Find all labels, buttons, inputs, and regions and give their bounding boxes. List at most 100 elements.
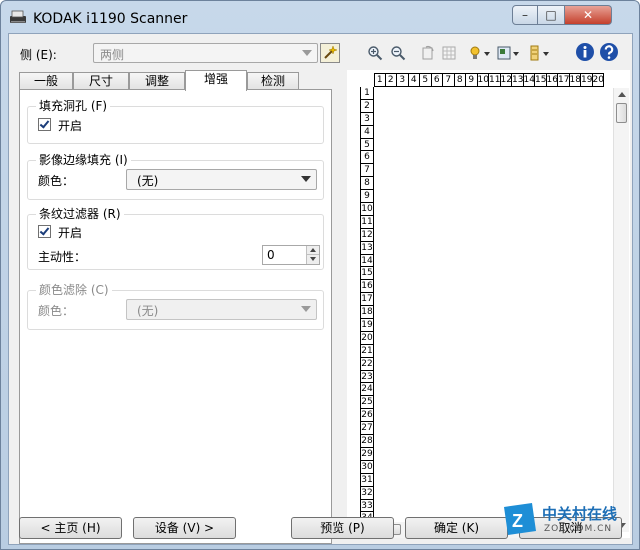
chevron-down-icon (302, 50, 312, 56)
ruler-v-mark: 22 (360, 357, 374, 371)
ruler-v-mark: 27 (360, 422, 374, 436)
side-select[interactable]: 两侧 (93, 43, 318, 63)
ruler-h-mark: 5 (420, 73, 432, 87)
scanner-window: KODAK i1190 Scanner – □ ✕ 侧 (E): 两侧 一般 尺… (0, 0, 640, 550)
streak-filter-title: 条纹过滤器 (R) (36, 205, 124, 222)
vertical-scrollbar[interactable] (613, 88, 629, 532)
zoom-in-button[interactable] (365, 43, 385, 63)
aggressiveness-value: 0 (267, 248, 275, 262)
info-icon (576, 43, 594, 61)
tab-general[interactable]: 一般 (19, 72, 73, 90)
edge-fill-color-select[interactable]: (无) (126, 169, 317, 190)
ruler-v-mark: 18 (360, 306, 374, 320)
fill-holes-checkbox-label[interactable]: 开启 (58, 117, 82, 134)
watermark-text: 中关村在线 (542, 505, 618, 523)
close-button[interactable]: ✕ (565, 5, 612, 25)
home-button[interactable]: < 主页 (H) (19, 517, 122, 539)
batch-menu-button[interactable] (526, 43, 552, 63)
minimize-button[interactable]: – (512, 5, 538, 25)
ruler-v-mark: 2 (360, 99, 374, 113)
ruler-v-mark: 1 (360, 87, 374, 100)
ruler-h-mark: 8 (454, 73, 466, 87)
lighting-menu-button[interactable] (467, 43, 493, 63)
stepper-down-icon[interactable] (306, 255, 319, 264)
document-stack-dropdown-icon (530, 45, 549, 61)
zoom-in-icon (368, 46, 383, 61)
tab-adjust[interactable]: 调整 (129, 72, 185, 90)
side-select-value: 两侧 (100, 48, 125, 62)
magic-wand-icon (324, 45, 338, 59)
color-dropout-color-label: 颜色： (38, 304, 75, 318)
maximize-button[interactable]: □ (538, 5, 565, 25)
edge-fill-title: 影像边缘填充 (I) (36, 151, 131, 168)
ruler-v-mark: 16 (360, 280, 374, 294)
aggressiveness-label: 主动性： (38, 250, 87, 264)
scanner-app-icon (10, 10, 26, 23)
streak-filter-checkbox-label[interactable]: 开启 (58, 224, 82, 241)
color-dropout-color-value: (无) (137, 304, 159, 318)
ruler-h-mark: 20 (592, 73, 604, 87)
tab-enhance[interactable]: 增强 (185, 70, 247, 91)
preview-button[interactable]: 预览 (P) (291, 517, 394, 539)
ruler-v-mark: 31 (360, 473, 374, 487)
enhance-settings-panel: 填充洞孔 (F) 开启 影像边缘填充 (I) 颜色： (无) 条纹过滤器 (R)… (19, 89, 332, 544)
info-button[interactable] (575, 42, 595, 62)
ruler-v-mark: 19 (360, 319, 374, 332)
tab-detect[interactable]: 检测 (247, 72, 299, 90)
setting-shortcut-button[interactable] (320, 43, 340, 63)
ruler-v-mark: 11 (360, 215, 374, 229)
zol-logo-icon: Z (504, 503, 536, 535)
ruler-v-mark: 25 (360, 396, 374, 410)
window-controls: – □ ✕ (512, 5, 612, 27)
ruler-v-mark: 4 (360, 125, 374, 139)
client-area: 侧 (E): 两侧 一般 尺寸 调整 增强 检测 填充洞孔 (F) 开启 影像边… (8, 33, 633, 545)
ok-button[interactable]: 确定 (K) (405, 517, 508, 539)
color-dropout-color-select[interactable]: (无) (126, 299, 317, 320)
ruler-v-mark: 29 (360, 447, 374, 461)
ruler-v-mark: 12 (360, 228, 374, 242)
stepper-up-icon[interactable] (306, 246, 319, 255)
tab-size[interactable]: 尺寸 (73, 72, 129, 90)
ruler-v-mark: 8 (360, 177, 374, 191)
color-dropout-title: 颜色滤除 (C) (36, 281, 112, 298)
grid-icon (442, 46, 456, 60)
svg-text:Z: Z (512, 511, 523, 531)
vertical-scroll-thumb[interactable] (616, 103, 627, 123)
ruler-h-mark: 19 (581, 73, 593, 87)
horizontal-ruler: 1 2 3 4 5 6 7 8 9 10 11 12 13 14 15 16 17 18 19 20 (374, 73, 604, 87)
ruler-v-mark: 21 (360, 344, 374, 358)
rotate-button[interactable] (418, 43, 438, 63)
ruler-h-mark: 12 (500, 73, 512, 87)
edge-fill-color-label: 颜色： (38, 174, 75, 188)
ruler-v-mark: 24 (360, 383, 374, 397)
ruler-h-mark: 17 (558, 73, 570, 87)
ruler-v-mark: 5 (360, 138, 374, 152)
fill-holes-checkbox[interactable] (38, 118, 51, 131)
bulb-dropdown-icon (470, 46, 490, 59)
edge-fill-color-value: (无) (137, 174, 159, 188)
page-view-menu-button[interactable] (496, 43, 522, 63)
ruler-h-mark: 9 (466, 73, 478, 87)
ruler-v-mark: 13 (360, 241, 374, 255)
streak-filter-checkbox[interactable] (38, 225, 51, 238)
zol-watermark: Z 中关村在线 ZOL.COM.CN (498, 499, 628, 543)
ruler-v-mark: 20 (360, 331, 374, 345)
grid-button[interactable] (439, 43, 459, 63)
ruler-v-mark: 23 (360, 370, 374, 384)
preview-area[interactable]: 1 2 3 4 5 6 7 8 9 10 11 12 13 14 15 16 17 18 19 20 12345678… (347, 70, 630, 538)
ruler-v-mark: 26 (360, 409, 374, 423)
help-button[interactable] (599, 42, 619, 62)
device-button[interactable]: 设备 (V) > (133, 517, 236, 539)
aggressiveness-stepper[interactable]: 0 (262, 245, 320, 265)
zoom-out-button[interactable] (388, 43, 408, 63)
chevron-down-icon (301, 176, 311, 182)
ruler-v-mark: 33 (360, 499, 374, 513)
ruler-v-mark: 7 (360, 164, 374, 178)
scroll-up-icon[interactable] (618, 92, 626, 97)
ruler-v-mark: 15 (360, 267, 374, 281)
ruler-v-mark: 17 (360, 293, 374, 307)
ruler-v-mark: 30 (360, 460, 374, 474)
title-bar[interactable]: KODAK i1190 Scanner – □ ✕ (1, 1, 639, 35)
ruler-h-mark: 3 (397, 73, 409, 87)
ruler-h-mark: 6 (431, 73, 443, 87)
